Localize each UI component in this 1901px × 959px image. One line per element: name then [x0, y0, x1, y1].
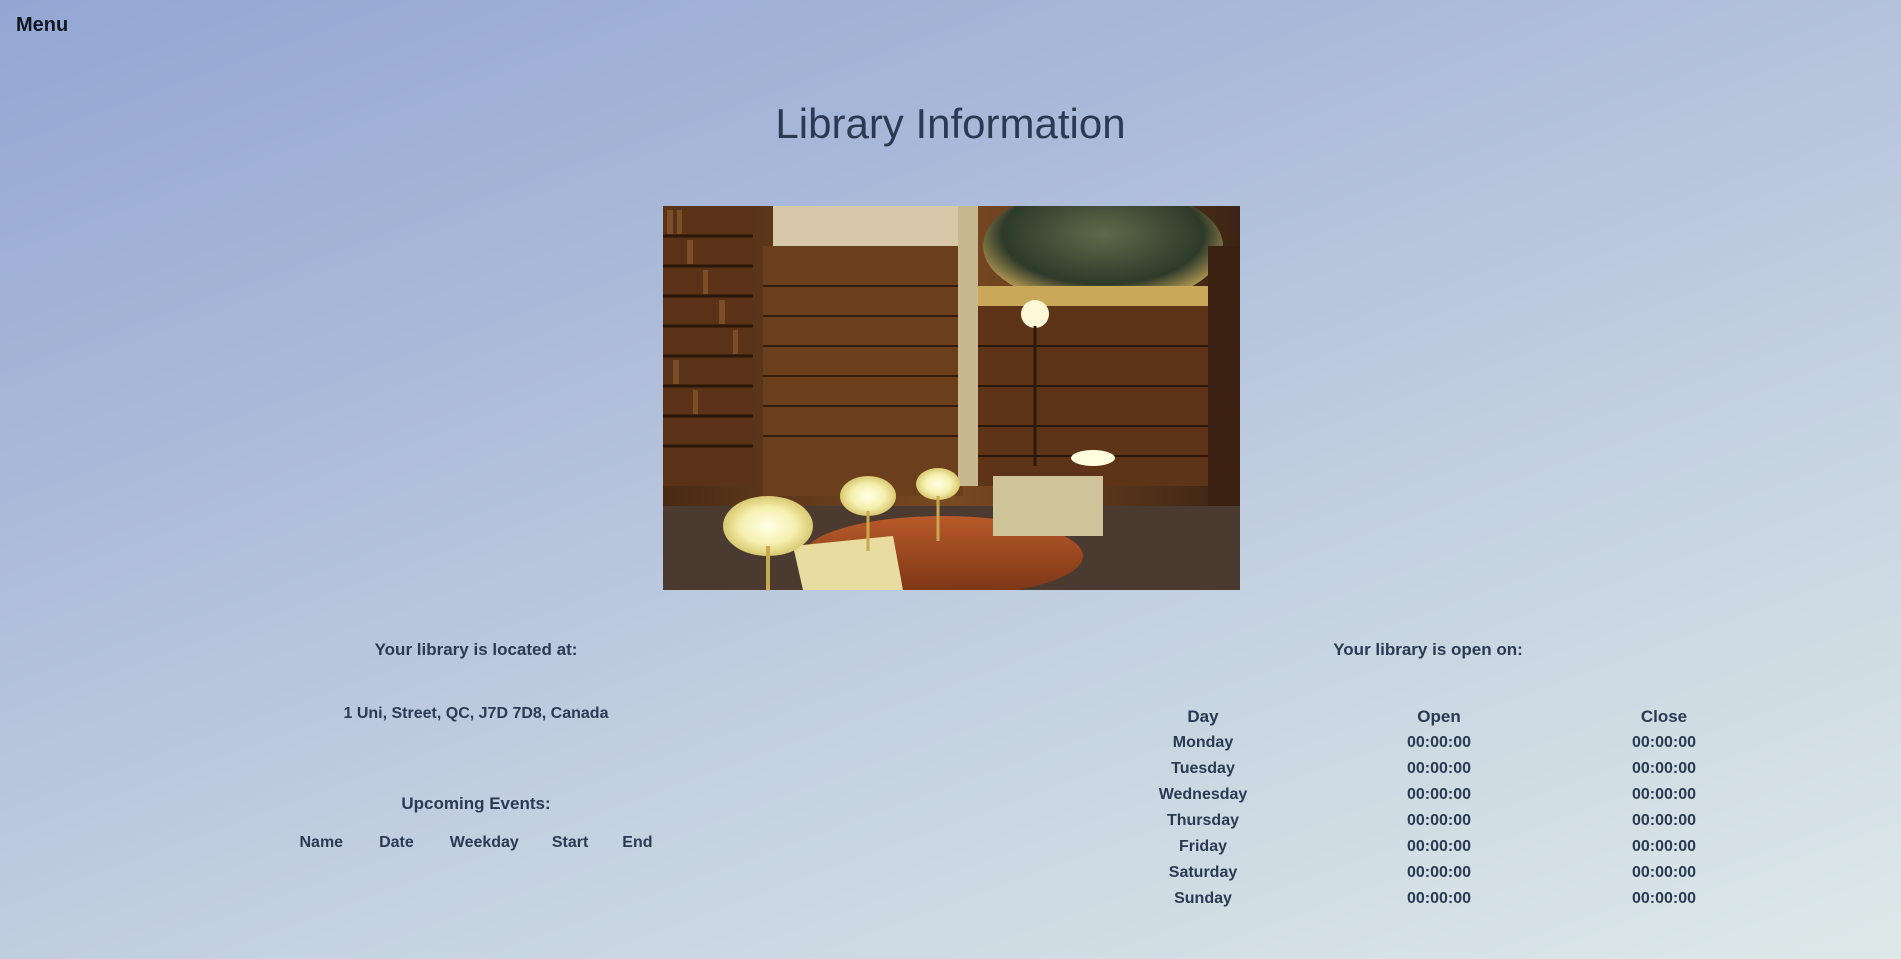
hours-day: Monday [1172, 734, 1234, 751]
page-title: Library Information [775, 100, 1126, 147]
hours-open: 00:00:00 [1406, 760, 1472, 777]
hours-column-open: Open [1417, 707, 1461, 726]
hours-open: 00:00:00 [1406, 890, 1472, 907]
menu-button[interactable]: Menu [16, 14, 68, 37]
hours-row: Sunday 00:00:00 00:00:00 [1108, 886, 1748, 912]
hours-header-row: Day Open Close [1108, 704, 1748, 730]
events-column-weekday: Weekday [449, 834, 519, 851]
hours-row: Wednesday 00:00:00 00:00:00 [1108, 782, 1748, 808]
events-heading: Upcoming Events: [401, 794, 551, 813]
hours-close: 00:00:00 [1631, 864, 1697, 881]
hours-close: 00:00:00 [1631, 734, 1697, 751]
hours-open: 00:00:00 [1406, 786, 1472, 803]
hours-heading: Your library is open on: [1333, 640, 1523, 659]
hours-day: Wednesday [1158, 786, 1248, 803]
events-column-start: Start [551, 834, 589, 851]
hours-close: 00:00:00 [1631, 760, 1697, 777]
hours-close: 00:00:00 [1631, 838, 1697, 855]
hours-day: Thursday [1166, 812, 1239, 829]
hours-row: Tuesday 00:00:00 00:00:00 [1108, 756, 1748, 782]
library-photo [663, 206, 1240, 590]
hours-column-close: Close [1640, 707, 1688, 726]
events-column-end: End [622, 834, 653, 851]
hours-open: 00:00:00 [1406, 838, 1472, 855]
hours-day: Saturday [1168, 864, 1238, 881]
hours-row: Monday 00:00:00 00:00:00 [1108, 730, 1748, 756]
hours-close: 00:00:00 [1631, 786, 1697, 803]
hours-open: 00:00:00 [1406, 864, 1472, 881]
hours-open: 00:00:00 [1406, 734, 1472, 751]
hours-row: Thursday 00:00:00 00:00:00 [1108, 808, 1748, 834]
hours-day: Tuesday [1171, 760, 1235, 777]
hours-close: 00:00:00 [1631, 812, 1697, 829]
hours-day: Friday [1178, 838, 1227, 855]
library-address: 1 Uni, Street, QC, J7D 7D8, Canada [343, 705, 609, 722]
hours-table: Day Open Close Monday 00:00:00 00:00:00 … [1108, 704, 1748, 912]
hours-column-day: Day [1187, 707, 1219, 726]
hours-close: 00:00:00 [1631, 890, 1697, 907]
hours-row: Saturday 00:00:00 00:00:00 [1108, 860, 1748, 886]
hours-row: Friday 00:00:00 00:00:00 [1108, 834, 1748, 860]
events-column-date: Date [379, 834, 414, 851]
events-table: Name Date Weekday Start End [250, 834, 702, 852]
location-heading: Your library is located at: [374, 640, 578, 659]
hours-day: Sunday [1174, 890, 1232, 907]
events-column-name: Name [299, 834, 344, 851]
hours-open: 00:00:00 [1406, 812, 1472, 829]
